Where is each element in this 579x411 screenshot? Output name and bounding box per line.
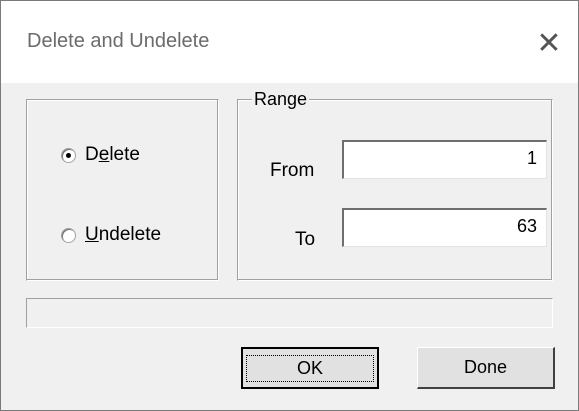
undelete-label-accelerator: U <box>85 224 99 245</box>
range-group: Range From 1 To 63 <box>237 89 553 281</box>
undelete-radio-button[interactable] <box>61 227 76 243</box>
to-label: To <box>295 229 316 250</box>
delete-label-accelerator: e <box>98 144 110 165</box>
ok-button-label: OK <box>245 354 374 382</box>
from-field[interactable]: 1 <box>342 140 547 179</box>
delete-label-suffix: lete <box>109 144 140 165</box>
close-icon: ✕ <box>536 25 562 61</box>
to-field[interactable]: 63 <box>342 208 547 247</box>
delete-radio-button[interactable] <box>61 147 76 163</box>
close-button[interactable]: ✕ <box>521 17 577 69</box>
delete-label-prefix: D <box>85 144 99 165</box>
progress-status-bar <box>26 298 553 328</box>
title-bar: Delete and Undelete ✕ <box>1 1 578 83</box>
undelete-radio-option[interactable]: Undelete <box>61 224 161 246</box>
done-button-label: Done <box>463 357 508 377</box>
dialog-title: Delete and Undelete <box>27 30 210 52</box>
from-label: From <box>270 160 315 181</box>
delete-radio-label: Delete <box>85 144 140 166</box>
ok-button[interactable]: OK <box>241 347 379 389</box>
mode-group: Delete Undelete <box>26 99 219 281</box>
undelete-label-suffix: ndelete <box>98 224 162 245</box>
range-group-legend: Range <box>252 89 310 110</box>
delete-radio-option[interactable]: Delete <box>61 144 140 166</box>
undelete-radio-label: Undelete <box>85 224 161 246</box>
done-button[interactable]: Done <box>417 347 555 389</box>
delete-undelete-dialog: Delete and Undelete ✕ Delete Undelete Ra… <box>0 0 579 411</box>
